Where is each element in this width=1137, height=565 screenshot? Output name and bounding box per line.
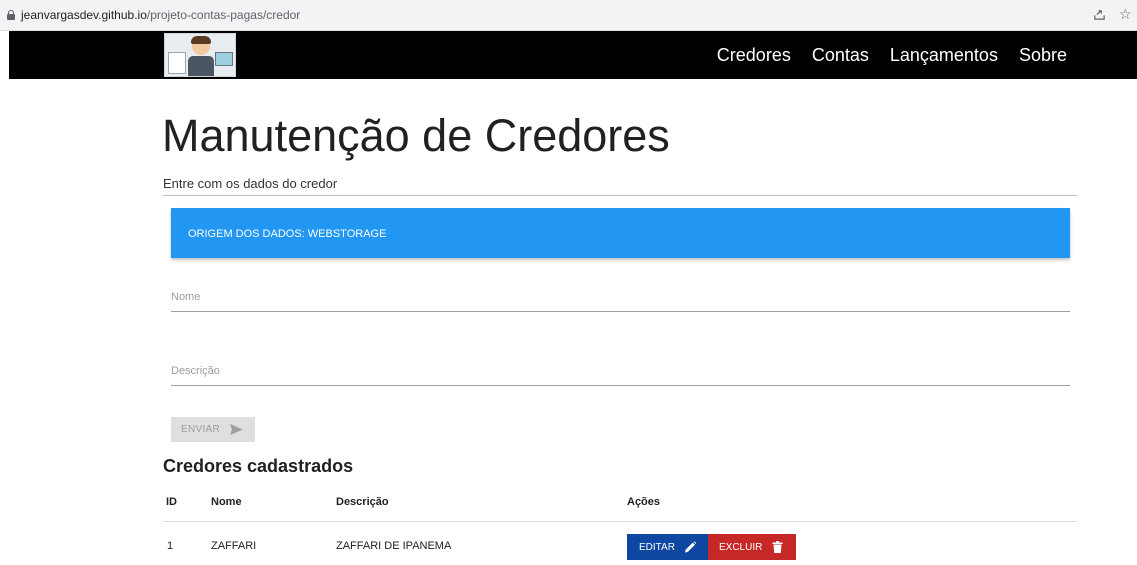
page-subtitle: Entre com os dados do credor: [163, 176, 338, 191]
edit-button[interactable]: EDITAR: [627, 534, 708, 560]
delete-label: EXCLUIR: [719, 541, 763, 553]
column-header-id: ID: [166, 496, 177, 508]
url-text[interactable]: jeanvargasdev.github.io/projeto-contas-p…: [21, 8, 300, 22]
descricao-input[interactable]: [171, 360, 1070, 382]
nav-link-credores[interactable]: Credores: [717, 45, 791, 66]
column-header-nome: Nome: [211, 496, 242, 508]
nav-links: Credores Contas Lançamentos Sobre: [696, 31, 1067, 79]
header-divider: [163, 195, 1077, 196]
lock-icon: [7, 10, 15, 20]
row-1-descricao: ZAFFARI DE IPANEMA: [336, 540, 452, 552]
row-1-id: 1: [167, 540, 174, 552]
descricao-field-wrapper: [171, 360, 1070, 386]
share-icon[interactable]: [1093, 8, 1106, 21]
top-navbar: Credores Contas Lançamentos Sobre: [9, 31, 1137, 79]
nome-field-wrapper: [171, 286, 1070, 312]
trash-icon: [772, 541, 783, 553]
nome-input[interactable]: [171, 286, 1070, 308]
data-source-banner: ORIGEM DOS DADOS: WEBSTORAGE: [171, 208, 1070, 258]
row-1-nome: ZAFFARI: [211, 540, 257, 552]
delete-button[interactable]: EXCLUIR: [708, 534, 796, 560]
enviar-label: ENVIAR: [181, 424, 221, 435]
column-header-acoes: Ações: [627, 496, 661, 508]
browser-address-bar: jeanvargasdev.github.io/projeto-contas-p…: [0, 0, 1137, 31]
pencil-icon: [684, 541, 696, 553]
bookmark-star-icon[interactable]: ☆: [1119, 6, 1132, 22]
column-header-descricao: Descrição: [336, 496, 389, 508]
site-logo[interactable]: [164, 33, 236, 77]
enviar-button[interactable]: ENVIAR: [171, 417, 255, 442]
page-title: Manutenção de Credores: [162, 110, 670, 161]
send-icon: [230, 424, 243, 435]
table-header-divider: [163, 521, 1077, 522]
nav-link-lancamentos[interactable]: Lançamentos: [890, 45, 998, 66]
table-title: Credores cadastrados: [163, 456, 354, 476]
edit-label: EDITAR: [639, 541, 675, 553]
nav-link-contas[interactable]: Contas: [812, 45, 869, 66]
nav-link-sobre[interactable]: Sobre: [1019, 45, 1067, 66]
data-source-text: ORIGEM DOS DADOS: WEBSTORAGE: [188, 228, 387, 240]
